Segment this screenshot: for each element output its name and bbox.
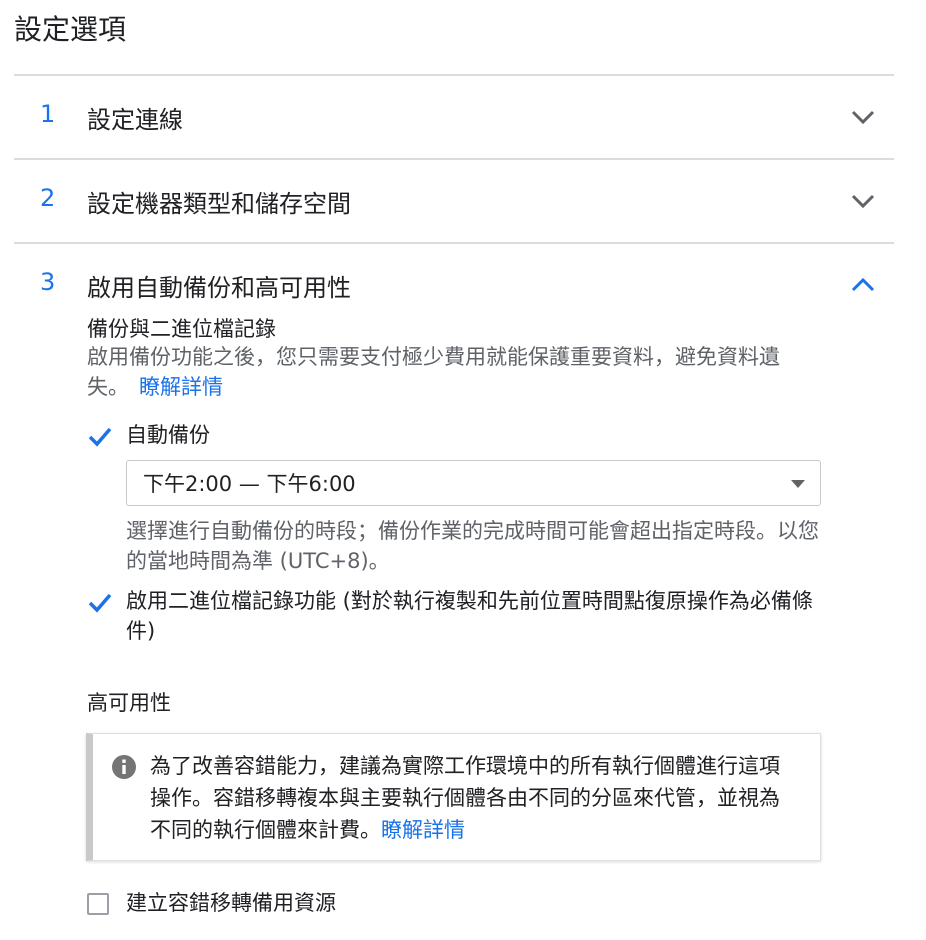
dropdown-arrow-icon (791, 480, 805, 488)
auto-backup-checkbox[interactable] (87, 424, 113, 450)
failover-replica-label: 建立容錯移轉備用資源 (126, 891, 336, 915)
failover-replica-checkbox[interactable] (87, 893, 109, 915)
section-title: 設定機器類型和儲存空間 (87, 190, 351, 218)
high-availability-info-box: 為了改善容錯能力，建議為實際工作環境中的所有執行個體進行這項操作。容錯移轉複本與… (86, 733, 821, 861)
section-header-backup-ha[interactable]: 3 啟用自動備份和高可用性 (14, 244, 894, 314)
page-title: 設定選項 (14, 13, 127, 46)
backup-heading: 備份與二進位檔記錄 (87, 317, 276, 341)
learn-more-link[interactable]: 瞭解詳情 (381, 818, 465, 842)
section-number: 1 (40, 100, 56, 128)
high-availability-info-text: 為了改善容錯能力，建議為實際工作環境中的所有執行個體進行這項操作。容錯移轉複本與… (150, 750, 800, 846)
binary-logging-checkbox[interactable] (87, 590, 113, 616)
section-title: 設定連線 (87, 106, 183, 134)
section-number: 2 (40, 184, 56, 212)
chevron-down-icon[interactable] (848, 102, 878, 132)
auto-backup-label: 自動備份 (126, 423, 210, 447)
section-number: 3 (40, 268, 56, 296)
chevron-up-icon[interactable] (848, 270, 878, 300)
backup-window-select[interactable]: 下午2:00 — 下午6:00 (126, 460, 821, 506)
high-availability-heading: 高可用性 (87, 691, 171, 715)
info-text-body: 為了改善容錯能力，建議為實際工作環境中的所有執行個體進行這項操作。容錯移轉複本與… (150, 754, 780, 842)
backup-window-help: 選擇進行自動備份的時段；備份作業的完成時間可能會超出指定時段。以您的當地時間為準… (126, 519, 819, 573)
backup-description: 啟用備份功能之後，您只需要支付極少費用就能保護重要資料，避免資料遺失。 瞭解詳情 (87, 342, 817, 402)
section-header-connection[interactable]: 1 設定連線 (14, 76, 894, 156)
binary-logging-label: 啟用二進位檔記錄功能 (對於執行複製和先前位置時間點復原操作為必備條件) (126, 589, 813, 643)
chevron-down-icon[interactable] (848, 186, 878, 216)
section-header-machine-storage[interactable]: 2 設定機器類型和儲存空間 (14, 160, 894, 240)
backup-window-value: 下午2:00 — 下午6:00 (143, 472, 356, 496)
learn-more-link[interactable]: 瞭解詳情 (139, 375, 223, 399)
info-icon (112, 755, 136, 779)
section-title: 啟用自動備份和高可用性 (87, 274, 351, 302)
